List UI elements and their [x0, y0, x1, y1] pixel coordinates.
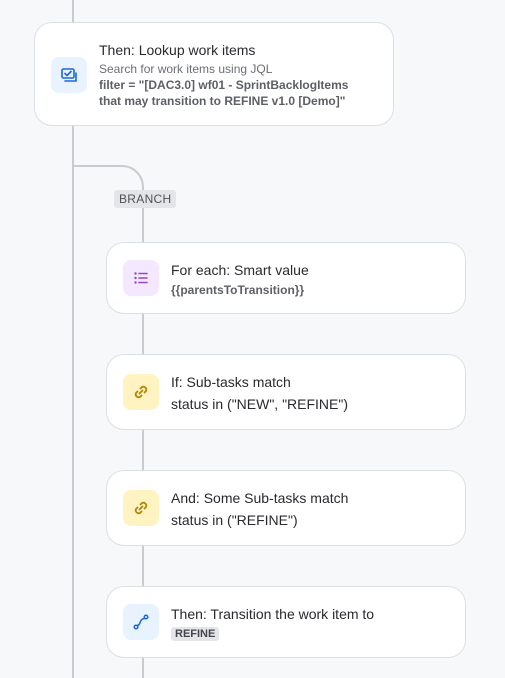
and-condition: status in ("REFINE") — [171, 512, 298, 528]
transition-icon — [123, 604, 159, 640]
and-subtasks-match-card[interactable]: And: Some Sub-tasks match status in ("RE… — [106, 470, 466, 546]
and-title: And: Some Sub-tasks match — [171, 490, 349, 506]
if-subtasks-match-card[interactable]: If: Sub-tasks match status in ("NEW", "R… — [106, 354, 466, 430]
search-work-items-icon — [51, 57, 87, 93]
for-each-title: For each: Smart value — [171, 262, 309, 278]
for-each-card[interactable]: For each: Smart value {{parentsToTransit… — [106, 242, 466, 314]
branch-label: BRANCH — [114, 190, 177, 208]
transition-work-item-card[interactable]: Then: Transition the work item to REFINE — [106, 586, 466, 658]
status-lozenge: REFINE — [171, 627, 220, 641]
lookup-filter-line-1: filter = "[DAC3.0] wf01 - SprintBacklogI… — [99, 78, 349, 92]
lookup-work-items-card[interactable]: Then: Lookup work items Search for work … — [34, 22, 394, 126]
link-icon — [123, 374, 159, 410]
link-icon — [123, 490, 159, 526]
list-icon — [123, 260, 159, 296]
transition-title: Then: Transition the work item to — [171, 606, 375, 622]
if-title: If: Sub-tasks match — [171, 374, 291, 390]
lookup-title: Then: Lookup work items — [99, 42, 256, 58]
lookup-subtitle: Search for work items using JQL — [99, 62, 273, 76]
for-each-smart-value: {{parentsToTransition}} — [171, 283, 305, 297]
if-condition: status in ("NEW", "REFINE") — [171, 396, 349, 412]
lookup-filter-line-2: that may transition to REFINE v1.0 [Demo… — [99, 94, 346, 108]
